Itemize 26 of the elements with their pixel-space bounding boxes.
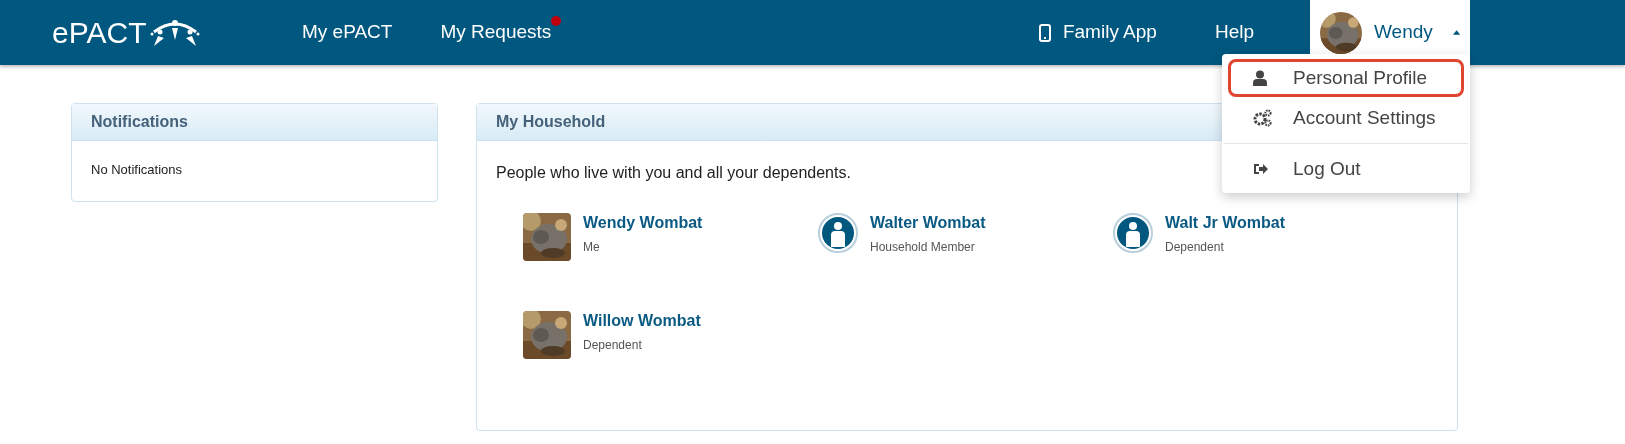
mobile-phone-icon <box>1038 23 1051 42</box>
nav-link[interactable]: My Requests <box>440 18 552 47</box>
panel-title: Notifications <box>72 104 437 141</box>
household-description: People who live with you and all your dependents. <box>496 163 851 183</box>
person-name-link[interactable]: Walter Wombat <box>870 213 986 233</box>
menu-item[interactable]: Personal Profile <box>1228 59 1464 97</box>
logo[interactable]: ePACT <box>52 17 147 48</box>
user-avatar-icon <box>1113 213 1153 253</box>
sign-out-icon <box>1253 162 1269 176</box>
caret-icon <box>1452 30 1460 35</box>
menu-item[interactable]: Log Out <box>1228 150 1464 188</box>
family-app-link[interactable]: Family App <box>1038 18 1157 47</box>
person-role: Dependent <box>1165 239 1225 256</box>
person-name-link[interactable]: Wendy Wombat <box>583 213 703 233</box>
person-name-link[interactable]: Walt Jr Wombat <box>1165 213 1285 233</box>
empty-message: No Notifications <box>90 161 184 179</box>
user-avatar-icon <box>818 213 858 253</box>
people-logo-icon <box>150 17 201 48</box>
person-name-link[interactable]: Willow Wombat <box>583 311 701 331</box>
help-link[interactable]: Help <box>1214 18 1254 47</box>
gears-icon <box>1253 109 1273 127</box>
person-role: Me <box>583 239 601 256</box>
nav-link[interactable]: My ePACT <box>302 18 393 47</box>
person-role: Household Member <box>870 239 976 256</box>
user-icon <box>1253 70 1267 86</box>
person-role: Dependent <box>583 337 643 354</box>
